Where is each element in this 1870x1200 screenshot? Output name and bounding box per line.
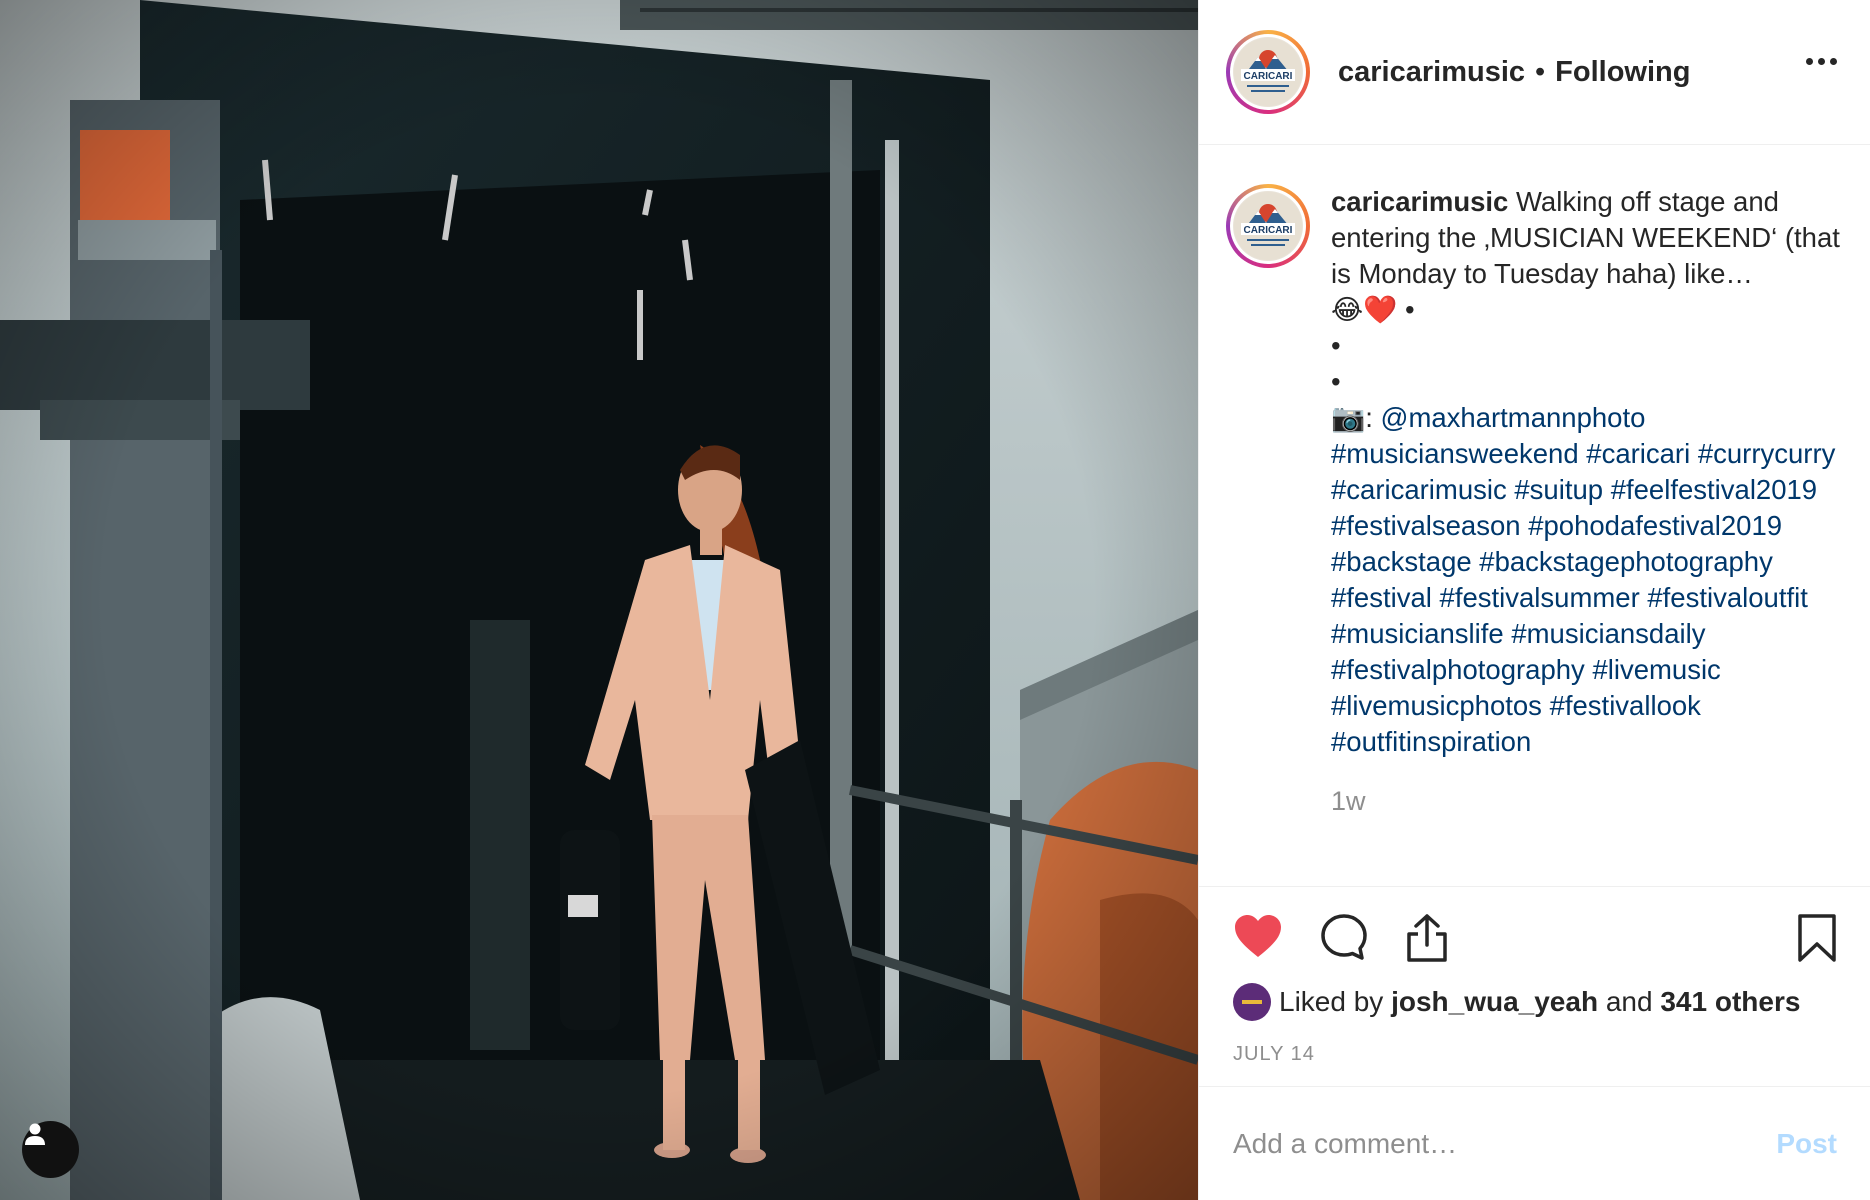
caption-area: CARICARI caricarimusic Walking off stage… [1199,146,1870,886]
caption-text: caricarimusic Walking off stage and ente… [1331,184,1844,760]
hashtag-link[interactable]: #livemusicphotos [1331,690,1542,721]
share-icon[interactable] [1405,913,1449,963]
hashtag-link[interactable]: #livemusic [1592,654,1720,685]
liked-by-prefix: Liked by [1279,986,1384,1017]
caption-bullet: • [1405,294,1415,325]
action-bar: Liked by josh_wua_yeah and 341 others JU… [1199,886,1870,1086]
comment-bar: Post [1199,1086,1870,1200]
header-separator: • [1535,55,1546,88]
caption-bullet: • [1331,366,1341,397]
caption-emojis: 😂❤️ [1331,294,1398,325]
post-image [0,0,1198,1200]
liked-others-link[interactable]: 341 others [1660,986,1800,1018]
caption-username[interactable]: caricarimusic [1331,186,1508,217]
camera-emoji: 📷 [1331,402,1366,433]
post-time-ago[interactable]: 1w [1331,786,1844,817]
avatar: CARICARI [1233,37,1303,107]
mention-link[interactable]: @maxhartmannphoto [1381,402,1646,433]
user-tag-button[interactable] [22,1121,79,1178]
comment-icon[interactable] [1320,913,1368,961]
post-photo[interactable] [0,0,1198,1200]
hashtag-link[interactable]: #festivalphotography [1331,654,1585,685]
heart-filled-icon[interactable] [1233,913,1283,959]
liked-user-link[interactable]: josh_wua_yeah [1391,986,1598,1018]
logo-text: CARICARI [1244,71,1293,82]
post-comment-button[interactable]: Post [1776,1128,1837,1160]
hashtag-link[interactable]: #musicianslife [1331,618,1504,649]
hashtag-link[interactable]: #festivalseason [1331,510,1521,541]
hashtag-link[interactable]: #festivalsummer [1440,582,1640,613]
person-icon [25,1123,45,1145]
josh-logo-icon [1242,1000,1262,1004]
caption-avatar[interactable]: CARICARI [1226,184,1310,268]
header-username[interactable]: caricarimusic [1338,56,1525,89]
hashtag-link[interactable]: #feelfestival2019 [1611,474,1817,505]
instagram-post: CARICARI caricarimusic • Following CARIC… [0,0,1870,1200]
hashtag-link[interactable]: #musiciansweekend [1331,438,1579,469]
hashtag-link[interactable]: #festivallook [1550,690,1701,721]
post-header: CARICARI caricarimusic • Following [1199,0,1870,145]
liked-and: and [1605,986,1653,1017]
caption-colon: : [1365,402,1373,433]
caricari-logo: CARICARI [1234,192,1302,260]
hashtag-link[interactable]: #musiciansdaily [1511,618,1705,649]
logo-text: CARICARI [1244,225,1293,236]
more-horizontal-icon [1806,58,1813,65]
caricari-logo: CARICARI [1234,38,1302,106]
hashtag-link[interactable]: #suitup [1514,474,1603,505]
post-date[interactable]: JULY 14 [1233,1043,1315,1066]
more-options-button[interactable] [1806,58,1837,65]
post-details-panel: CARICARI caricarimusic • Following CARIC… [1198,0,1870,1200]
hashtag-link[interactable]: #backstage [1331,546,1472,577]
hashtag-link[interactable]: #caricarimusic [1331,474,1507,505]
hashtag-list: #musiciansweekend #caricari #currycurry … [1331,438,1835,757]
hashtag-link[interactable]: #pohodafestival2019 [1528,510,1782,541]
hashtag-link[interactable]: #currycurry [1698,438,1836,469]
hashtag-link[interactable]: #festival [1331,582,1432,613]
liker-avatar[interactable] [1233,983,1271,1021]
hashtag-link[interactable]: #caricari [1586,438,1690,469]
hashtag-link[interactable]: #festivaloutfit [1647,582,1808,613]
following-button[interactable]: Following [1555,56,1690,89]
caption-bullet: • [1331,330,1341,361]
hashtag-link[interactable]: #backstagephotography [1479,546,1773,577]
comment-input[interactable] [1233,1127,1777,1160]
hashtag-link[interactable]: #outfitinspiration [1331,726,1531,757]
likes-summary: Liked by josh_wua_yeah and 341 others [1233,983,1800,1021]
bookmark-icon[interactable] [1797,913,1837,963]
story-ring[interactable]: CARICARI [1226,30,1310,114]
